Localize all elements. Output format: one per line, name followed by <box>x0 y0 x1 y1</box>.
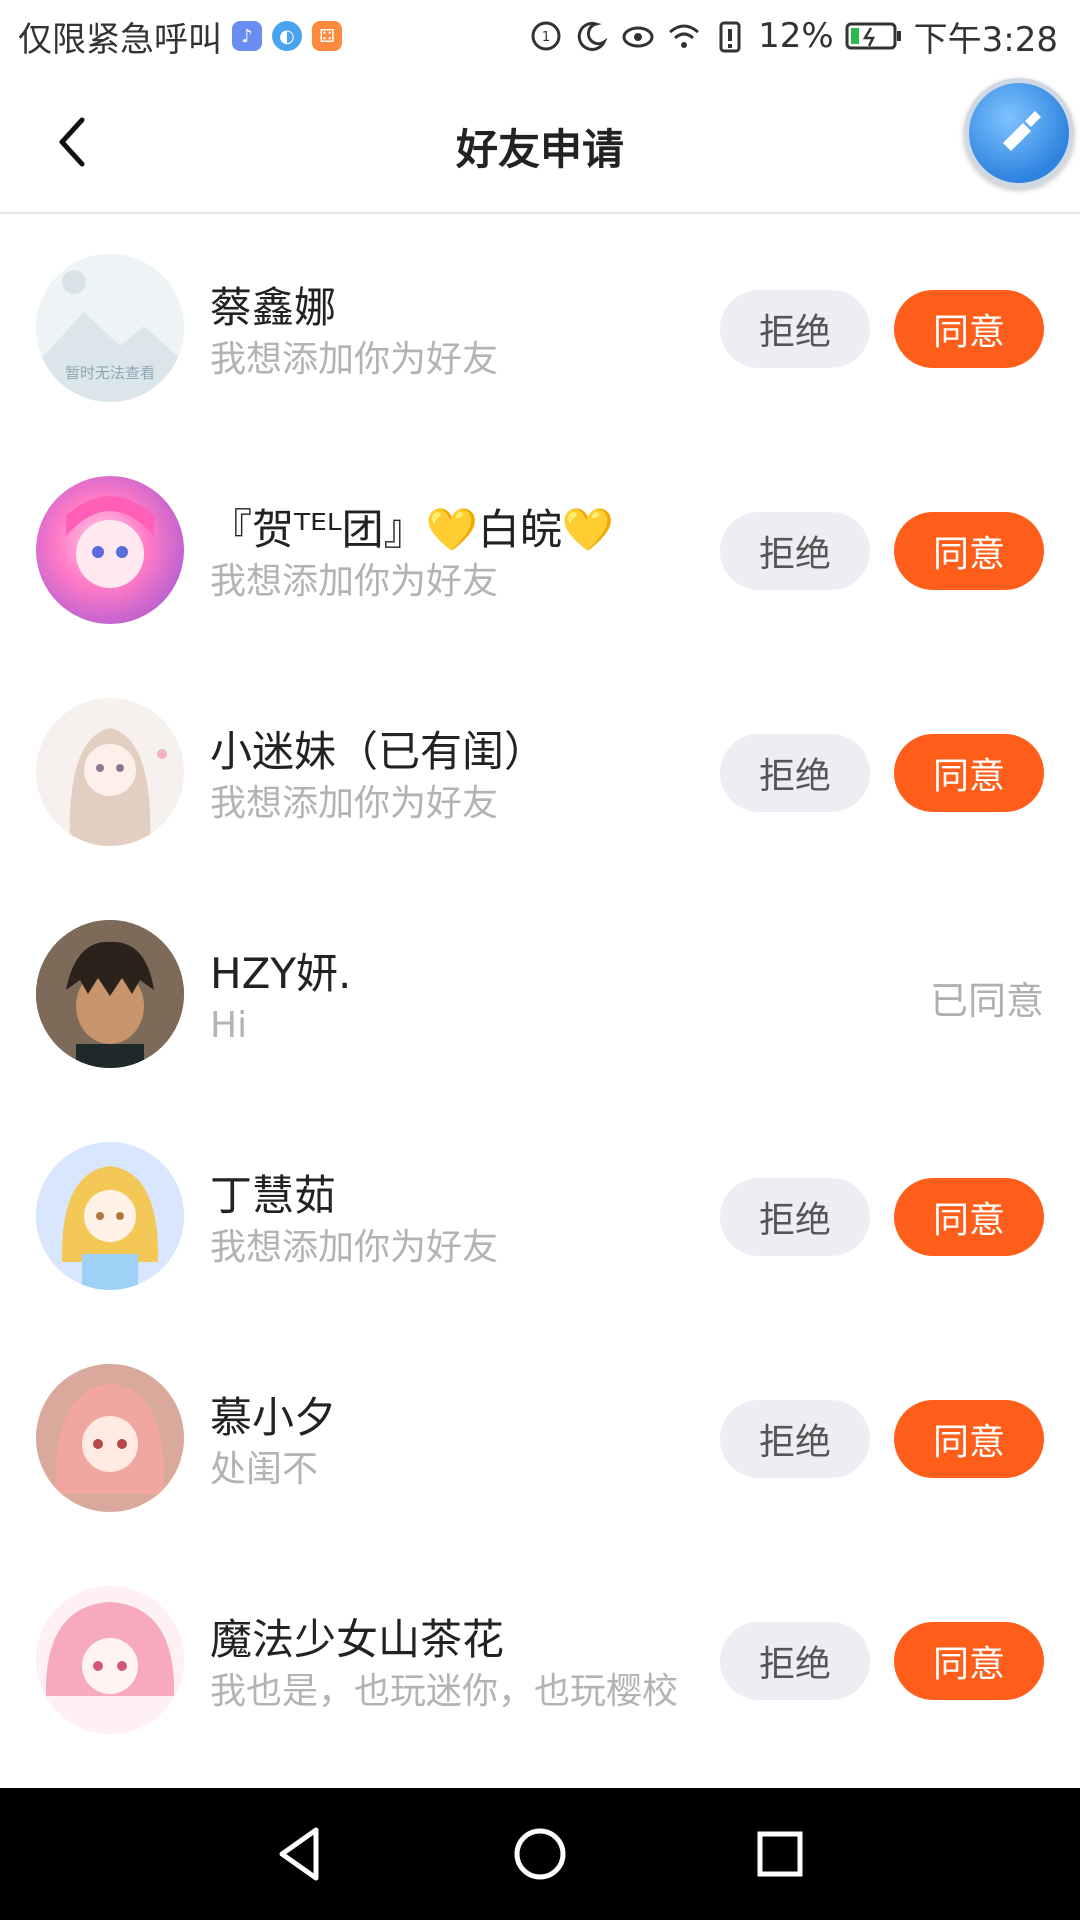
request-row[interactable]: 丁慧茹 我想添加你为好友 拒绝 同意 <box>0 1104 1080 1326</box>
reject-button[interactable]: 拒绝 <box>720 290 870 368</box>
nav-back-button[interactable] <box>260 1814 340 1894</box>
requester-name: HZY妍. <box>210 949 352 998</box>
carrier-text: 仅限紧急呼叫 <box>18 19 222 60</box>
request-row[interactable]: 慕小夕 处闺不 拒绝 同意 <box>0 1326 1080 1548</box>
app-store-icon: ⚃ <box>312 21 342 51</box>
requester-name: 蔡鑫娜 <box>210 283 337 332</box>
accept-button[interactable]: 同意 <box>894 1622 1044 1700</box>
system-nav-bar <box>0 1788 1080 1920</box>
hd-call-icon: 1 <box>528 18 564 54</box>
request-row[interactable]: 魔法少女山茶花 我也是，也玩迷你，也玩樱校 拒绝 同意 <box>0 1548 1080 1788</box>
request-message: 我也是，也玩迷你，也玩樱校 <box>210 1671 679 1712</box>
avatar[interactable] <box>36 920 184 1068</box>
browser-icon: ◐ <box>272 21 302 51</box>
requester-name: 『贺ᵀᴱᴸ团』💛白皖💛 <box>210 505 615 554</box>
battery-icon <box>844 18 904 54</box>
anime-avatar-image <box>36 920 184 1068</box>
avatar[interactable] <box>36 1586 184 1734</box>
accept-button[interactable]: 同意 <box>894 512 1044 590</box>
avatar-placeholder[interactable]: 暂时无法查看 <box>36 254 184 402</box>
request-message: 我想添加你为好友 <box>210 1227 499 1268</box>
anime-avatar-image <box>66 496 154 588</box>
triangle-back-icon <box>279 1827 319 1881</box>
request-message: 我想添加你为好友 <box>210 783 499 824</box>
request-message: 我想添加你为好友 <box>210 339 499 380</box>
wifi-icon <box>666 18 702 54</box>
status-right: 1 12% 下午3:28 <box>528 12 1058 61</box>
request-row[interactable]: 小迷妹（已有闺） 我想添加你为好友 拒绝 同意 <box>0 660 1080 882</box>
request-message: 我想添加你为好友 <box>210 561 499 602</box>
accept-button[interactable]: 同意 <box>894 734 1044 812</box>
request-message: Hi <box>210 1005 248 1046</box>
avatar[interactable] <box>36 1142 184 1290</box>
request-row[interactable]: HZY妍. Hi 已同意 <box>0 882 1080 1104</box>
reject-button[interactable]: 拒绝 <box>720 1622 870 1700</box>
avatar[interactable] <box>36 698 184 846</box>
circle-home-icon <box>514 1828 566 1880</box>
status-bar: 仅限紧急呼叫 ♪ ◐ ⚃ 1 12% 下午3:28 <box>0 0 1080 72</box>
request-row[interactable]: 『贺ᵀᴱᴸ团』💛白皖💛 我想添加你为好友 拒绝 同意 <box>0 438 1080 660</box>
status-left: 仅限紧急呼叫 ♪ ◐ ⚃ <box>18 12 342 61</box>
requester-name: 慕小夕 <box>210 1393 337 1442</box>
accept-button[interactable]: 同意 <box>894 290 1044 368</box>
svg-text:1: 1 <box>542 30 550 45</box>
agreed-status: 已同意 <box>929 979 1044 1023</box>
app-header: 好友申请 <box>0 72 1080 214</box>
reject-button[interactable]: 拒绝 <box>720 512 870 590</box>
request-message: 处闺不 <box>210 1449 319 1490</box>
requester-name: 小迷妹（已有闺） <box>210 727 547 776</box>
floating-assistant-button[interactable] <box>964 78 1074 188</box>
anime-avatar-image <box>36 1586 184 1734</box>
broom-icon <box>1003 111 1041 151</box>
requester-name: 魔法少女山茶花 <box>210 1615 505 1664</box>
request-row[interactable]: 暂时无法查看 蔡鑫娜 我想添加你为好友 拒绝 同意 <box>0 216 1080 438</box>
accept-button[interactable]: 同意 <box>894 1178 1044 1256</box>
battery-percent: 12% <box>758 16 834 56</box>
avatar[interactable] <box>36 1364 184 1512</box>
reject-button[interactable]: 拒绝 <box>720 734 870 812</box>
music-icon: ♪ <box>232 21 262 51</box>
requester-name: 丁慧茹 <box>210 1171 337 1220</box>
image-unavailable-icon: 暂时无法查看 <box>36 254 184 402</box>
reject-button[interactable]: 拒绝 <box>720 1178 870 1256</box>
nav-home-button[interactable] <box>500 1814 580 1894</box>
moon-icon <box>574 18 610 54</box>
avatar-placeholder-text: 暂时无法查看 <box>65 364 155 382</box>
anime-avatar-image <box>69 728 167 846</box>
square-recents-icon <box>757 1831 803 1877</box>
clock: 下午3:28 <box>913 19 1058 60</box>
eye-comfort-icon <box>620 18 656 54</box>
anime-avatar-image <box>36 1364 184 1512</box>
avatar[interactable] <box>36 476 184 624</box>
nav-recents-button[interactable] <box>740 1814 820 1894</box>
accept-button[interactable]: 同意 <box>894 1400 1044 1478</box>
battery-alert-icon <box>712 18 748 54</box>
anime-avatar-image <box>36 1142 184 1290</box>
page-title: 好友申请 <box>455 125 624 174</box>
reject-button[interactable]: 拒绝 <box>720 1400 870 1478</box>
